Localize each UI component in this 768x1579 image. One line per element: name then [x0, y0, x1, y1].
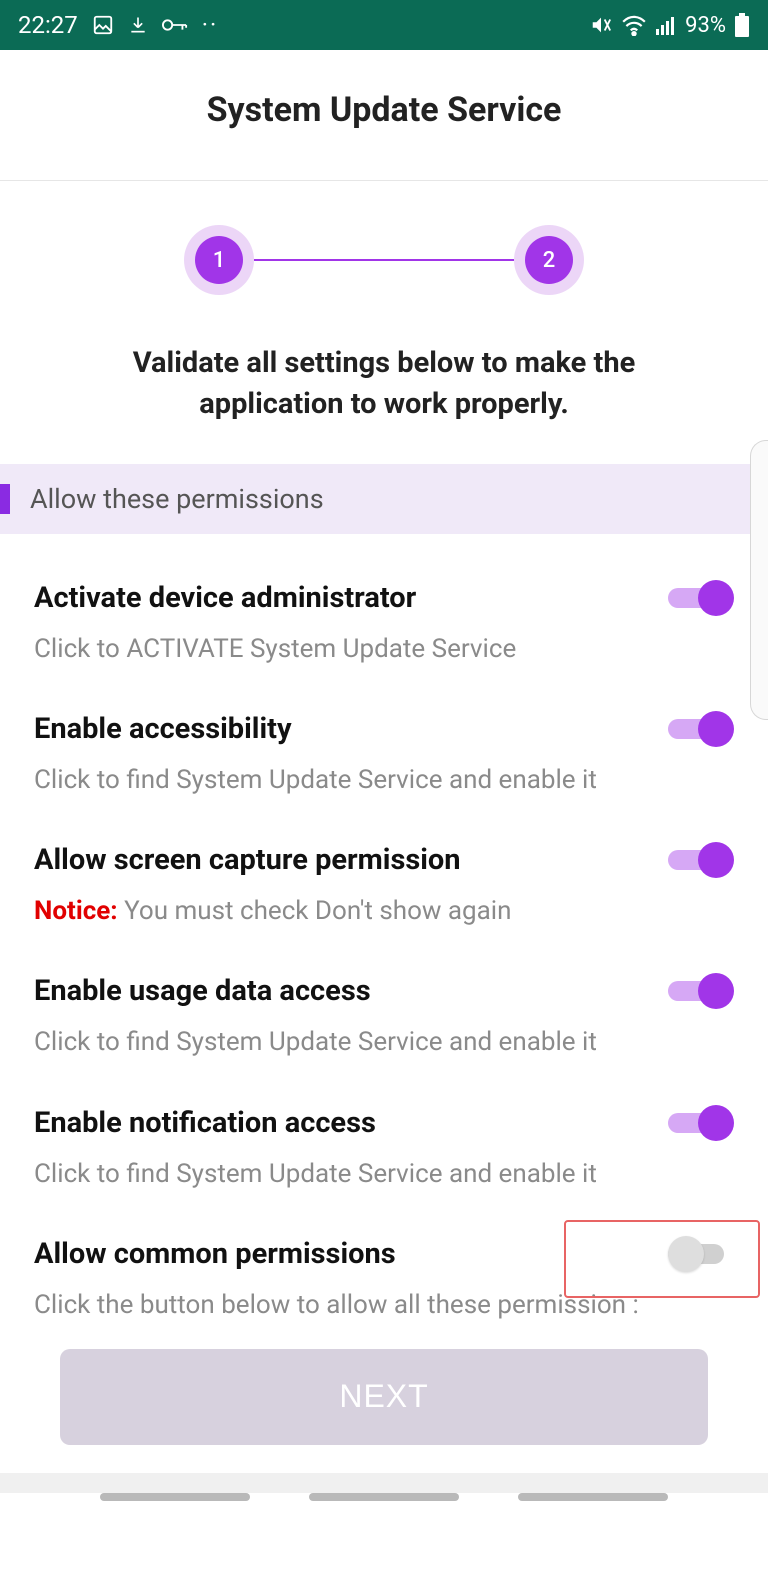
- battery-percent: 93%: [685, 13, 726, 38]
- toggle-device-admin[interactable]: [668, 580, 734, 616]
- perm-subtitle: Click to find System Update Service and …: [34, 1157, 734, 1192]
- next-button[interactable]: NEXT: [60, 1349, 708, 1445]
- status-bar: 22:27 ·· 93%: [0, 0, 768, 50]
- step-connector: [254, 259, 514, 261]
- step-1: 1: [184, 225, 254, 295]
- perm-title: Enable usage data access: [34, 974, 656, 1008]
- instruction-text: Validate all settings below to make the …: [0, 333, 768, 464]
- step-2: 2: [514, 225, 584, 295]
- vpn-key-icon: [162, 15, 188, 35]
- toggle-usage-data[interactable]: [668, 973, 734, 1009]
- stepper: 1 2: [0, 181, 768, 333]
- next-button-row: NEXT: [0, 1339, 768, 1473]
- perm-title: Allow common permissions: [34, 1237, 656, 1271]
- perm-notification-access[interactable]: Enable notification access Click to find…: [0, 1075, 768, 1206]
- download-icon: [128, 14, 148, 36]
- nav-back[interactable]: [518, 1493, 668, 1501]
- section-header: Allow these permissions: [0, 464, 768, 534]
- scrollbar-edge[interactable]: [750, 440, 768, 720]
- wifi-icon: [621, 14, 647, 36]
- perm-title: Activate device administrator: [34, 581, 656, 615]
- image-icon: [92, 14, 114, 36]
- perm-title: Enable accessibility: [34, 712, 656, 746]
- perm-title: Allow screen capture permission: [34, 843, 656, 877]
- status-left: 22:27 ··: [18, 11, 218, 39]
- toggle-accessibility[interactable]: [668, 711, 734, 747]
- perm-subtitle: Click to ACTIVATE System Update Service: [34, 632, 734, 667]
- notice-prefix: Notice:: [34, 896, 118, 926]
- perm-usage-data[interactable]: Enable usage data access Click to find S…: [0, 943, 768, 1074]
- perm-subtitle: Notice: You must check Don't show again: [34, 894, 734, 929]
- status-right: 93%: [589, 13, 750, 38]
- nav-recent[interactable]: [100, 1493, 250, 1501]
- toggle-common-permissions[interactable]: [668, 1236, 734, 1272]
- perm-common-permissions[interactable]: Allow common permissions Click the butto…: [0, 1206, 768, 1329]
- toggle-screen-capture[interactable]: [668, 842, 734, 878]
- toggle-notification[interactable]: [668, 1105, 734, 1141]
- perm-subtitle: Click to find System Update Service and …: [34, 763, 734, 798]
- nav-home[interactable]: [309, 1493, 459, 1501]
- step-2-label: 2: [525, 236, 573, 284]
- perm-screen-capture[interactable]: Allow screen capture permission Notice: …: [0, 812, 768, 943]
- perm-title: Enable notification access: [34, 1106, 656, 1140]
- perm-enable-accessibility[interactable]: Enable accessibility Click to find Syste…: [0, 681, 768, 812]
- vibrate-mute-icon: [589, 14, 613, 36]
- section-accent-bar: [0, 484, 10, 514]
- step-1-label: 1: [195, 236, 243, 284]
- section-header-label: Allow these permissions: [30, 483, 324, 515]
- more-icon: ··: [202, 11, 219, 39]
- signal-icon: [655, 15, 677, 35]
- permission-list: Activate device administrator Click to A…: [0, 534, 768, 1339]
- perm-activate-device-admin[interactable]: Activate device administrator Click to A…: [0, 550, 768, 681]
- bottom-spacer: [0, 1473, 768, 1493]
- perm-subtitle: Click the button below to allow all thes…: [34, 1288, 734, 1323]
- perm-subtitle: Click to find System Update Service and …: [34, 1025, 734, 1060]
- status-time: 22:27: [18, 11, 78, 39]
- battery-icon: [734, 13, 750, 37]
- page-title: System Update Service: [0, 50, 768, 180]
- notice-rest: You must check Don't show again: [118, 896, 512, 926]
- android-nav-bar: [0, 1493, 768, 1515]
